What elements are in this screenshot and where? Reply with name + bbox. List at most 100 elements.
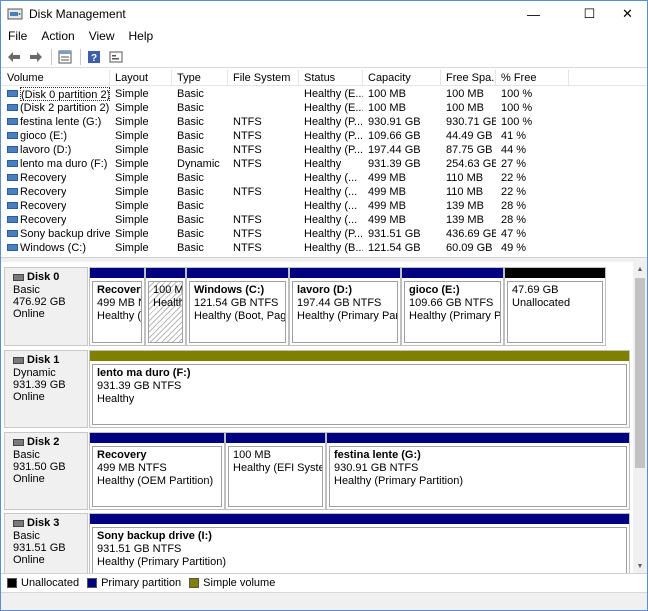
cell-layout: Simple <box>115 228 149 240</box>
partition-type-bar <box>146 268 185 278</box>
cell-volume: festina lente (G:) <box>20 116 102 128</box>
partition-body: Windows (C:) 121.54 GB NTFS Healthy (Boot,… <box>189 281 286 343</box>
help-icon[interactable]: ? <box>85 48 103 66</box>
cell-capacity: 931.51 GB <box>368 228 421 240</box>
volume-row[interactable]: (Disk 2 partition 2) Simple Basic Healthy (… <box>2 101 646 115</box>
partition[interactable]: lavoro (D:) 197.44 GB NTFS Healthy (Primar… <box>289 267 401 346</box>
column-header-volume[interactable]: Volume <box>2 70 110 86</box>
partition[interactable]: gioco (E:) 109.66 GB NTFS Healthy (Primary… <box>401 267 504 346</box>
partition[interactable]: 47.69 GB Unallocated <box>504 267 606 346</box>
cell-volume: Sony backup drive... <box>20 228 110 240</box>
partition[interactable]: Windows (C:) 121.54 GB NTFS Healthy (Boot,… <box>186 267 289 346</box>
cell-type: Dynamic <box>177 158 220 170</box>
partition-type-bar <box>290 268 400 278</box>
disk-state: Online <box>13 391 45 403</box>
cell-volume: (Disk 2 partition 2) <box>20 102 110 114</box>
vertical-scrollbar[interactable]: ▲ ▼ <box>633 262 647 573</box>
cell-free-space: 254.63 GB <box>446 158 496 170</box>
disk-state: Online <box>13 308 45 320</box>
menu-view[interactable]: View <box>82 27 122 46</box>
legend-label: Primary partition <box>101 576 182 589</box>
volume-row[interactable]: lento ma duro (F:) Simple Dynamic NTFS Healt… <box>2 157 646 171</box>
partition-name: festina lente (G:) <box>334 449 421 461</box>
column-header-capacity[interactable]: Capacity <box>363 70 441 86</box>
column-header-file-system[interactable]: File System <box>228 70 299 86</box>
cell-type: Basic <box>177 102 204 114</box>
close-button[interactable]: ✕ <box>605 1 648 27</box>
partition-size: 121.54 GB NTFS <box>194 297 279 309</box>
scroll-up-icon[interactable]: ▲ <box>633 262 647 276</box>
cell-type: Basic <box>177 172 204 184</box>
partition[interactable]: 100 MBHealthy (EFI System Partition) <box>145 267 186 346</box>
volume-row[interactable]: Recovery Simple Basic NTFS Healthy (... 499 M… <box>2 185 646 199</box>
partition[interactable]: Sony backup drive (I:) 931.51 GB NTFS Heal… <box>89 513 630 573</box>
volume-row[interactable]: Recovery Simple Basic NTFS Healthy (... 499 M… <box>2 213 646 227</box>
cell-capacity: 109.66 GB <box>368 130 421 142</box>
cell-status: Healthy (B... <box>304 242 363 254</box>
partition-type-bar <box>90 351 629 361</box>
volume-row[interactable]: Windows (C:) Simple Basic NTFS Healthy (B...… <box>2 241 646 255</box>
volume-row[interactable]: festina lente (G:) Simple Basic NTFS Healthy… <box>2 115 646 129</box>
disk-management-app-icon <box>7 6 23 22</box>
cell-type: Basic <box>177 228 204 240</box>
volume-row[interactable]: lavoro (D:) Simple Basic NTFS Healthy (P... 1… <box>2 143 646 157</box>
partition-status: Healthy (OEM Partition) <box>97 309 141 322</box>
cell-percent-free: 28 % <box>501 214 527 226</box>
volume-row[interactable]: gioco (E:) Simple Basic NTFS Healthy (P... 10… <box>2 129 646 143</box>
menu-file[interactable]: File <box>1 27 34 46</box>
legend-item: Simple volume <box>189 577 275 589</box>
disk-label[interactable]: Disk 3 Basic 931.51 GB Online <box>4 513 88 573</box>
toolbar-separator <box>51 48 52 65</box>
legend-swatch <box>7 577 17 588</box>
volume-row[interactable]: Sony backup drive... Simple Basic NTFS Healt… <box>2 227 646 241</box>
menu-help[interactable]: Help <box>122 27 161 46</box>
disk-row: Disk 2 Basic 931.50 GB Online Recovery 499 MB… <box>2 432 633 510</box>
disk-label[interactable]: Disk 2 Basic 931.50 GB Online <box>4 432 88 510</box>
partition-body: Recovery499 MB NTFSHealthy (OEM Partitio… <box>92 446 222 507</box>
partition-name: Recovery <box>97 284 142 296</box>
properties-icon[interactable] <box>56 48 74 66</box>
volume-list: Volume Layout Type File System Status Ca… <box>2 69 646 257</box>
cell-free-space: 60.09 GB <box>446 242 493 254</box>
disk-name: Disk 0 <box>13 271 87 284</box>
back-arrow-icon[interactable] <box>5 48 23 66</box>
forward-arrow-icon[interactable] <box>27 48 45 66</box>
column-header-layout[interactable]: Layout <box>110 70 172 86</box>
cell-status: Healthy (... <box>304 214 358 226</box>
cell-percent-free: 100 % <box>501 88 533 100</box>
partition-status: Unallocated <box>512 296 571 309</box>
column-header-type[interactable]: Type <box>172 70 228 86</box>
partition-body: lento ma duro (F:) 931.39 GB NTFS Healthy <box>92 364 627 425</box>
scrollbar-thumb[interactable] <box>635 278 645 468</box>
minimize-button[interactable]: — <box>511 1 556 27</box>
partition-body: festina lente (G:) 930.91 GB NTFS Healthy … <box>329 446 627 507</box>
partition[interactable]: lento ma duro (F:) 931.39 GB NTFS Healthy <box>89 350 630 428</box>
volume-icon <box>7 174 18 181</box>
menu-action[interactable]: Action <box>34 27 81 46</box>
disk-type: Basic <box>13 284 40 296</box>
cell-layout: Simple <box>115 172 149 184</box>
disk-label[interactable]: Disk 1 Dynamic 931.39 GB Online <box>4 350 88 428</box>
scroll-down-icon[interactable]: ▼ <box>633 559 647 573</box>
svg-text:?: ? <box>91 53 97 64</box>
disk-label[interactable]: Disk 0 Basic 476.92 GB Online <box>4 267 88 346</box>
column-header-free-space[interactable]: Free Spa... <box>441 70 496 86</box>
partition[interactable]: festina lente (G:) 930.91 GB NTFS Healthy … <box>326 432 630 510</box>
partition[interactable]: Recovery499 MB NTFSHealthy (OEM Partitio… <box>89 267 145 346</box>
console-icon[interactable] <box>107 48 125 66</box>
legend-swatch <box>87 577 98 588</box>
partition-type-bar <box>402 268 503 278</box>
volume-row[interactable]: Recovery Simple Basic Healthy (... 499 MB 139… <box>2 199 646 213</box>
cell-free-space: 139 MB <box>446 214 484 226</box>
partition[interactable]: 100 MBHealthy (EFI System Partition) <box>225 432 326 510</box>
volume-row[interactable]: Recovery Simple Basic Healthy (... 499 MB 110… <box>2 171 646 185</box>
partition-size: 100 MB <box>153 284 182 296</box>
column-header-status[interactable]: Status <box>299 70 363 86</box>
cell-volume: Recovery <box>20 214 67 226</box>
partition[interactable]: Recovery499 MB NTFSHealthy (OEM Partitio… <box>89 432 225 510</box>
column-header-percent-free[interactable]: % Free <box>496 70 569 86</box>
cell-layout: Simple <box>115 130 149 142</box>
volume-row[interactable]: (Disk 0 partition 2) Simple Basic Healthy (… <box>2 87 646 101</box>
window-title: Disk Management <box>29 7 126 21</box>
cell-capacity: 100 MB <box>368 88 406 100</box>
